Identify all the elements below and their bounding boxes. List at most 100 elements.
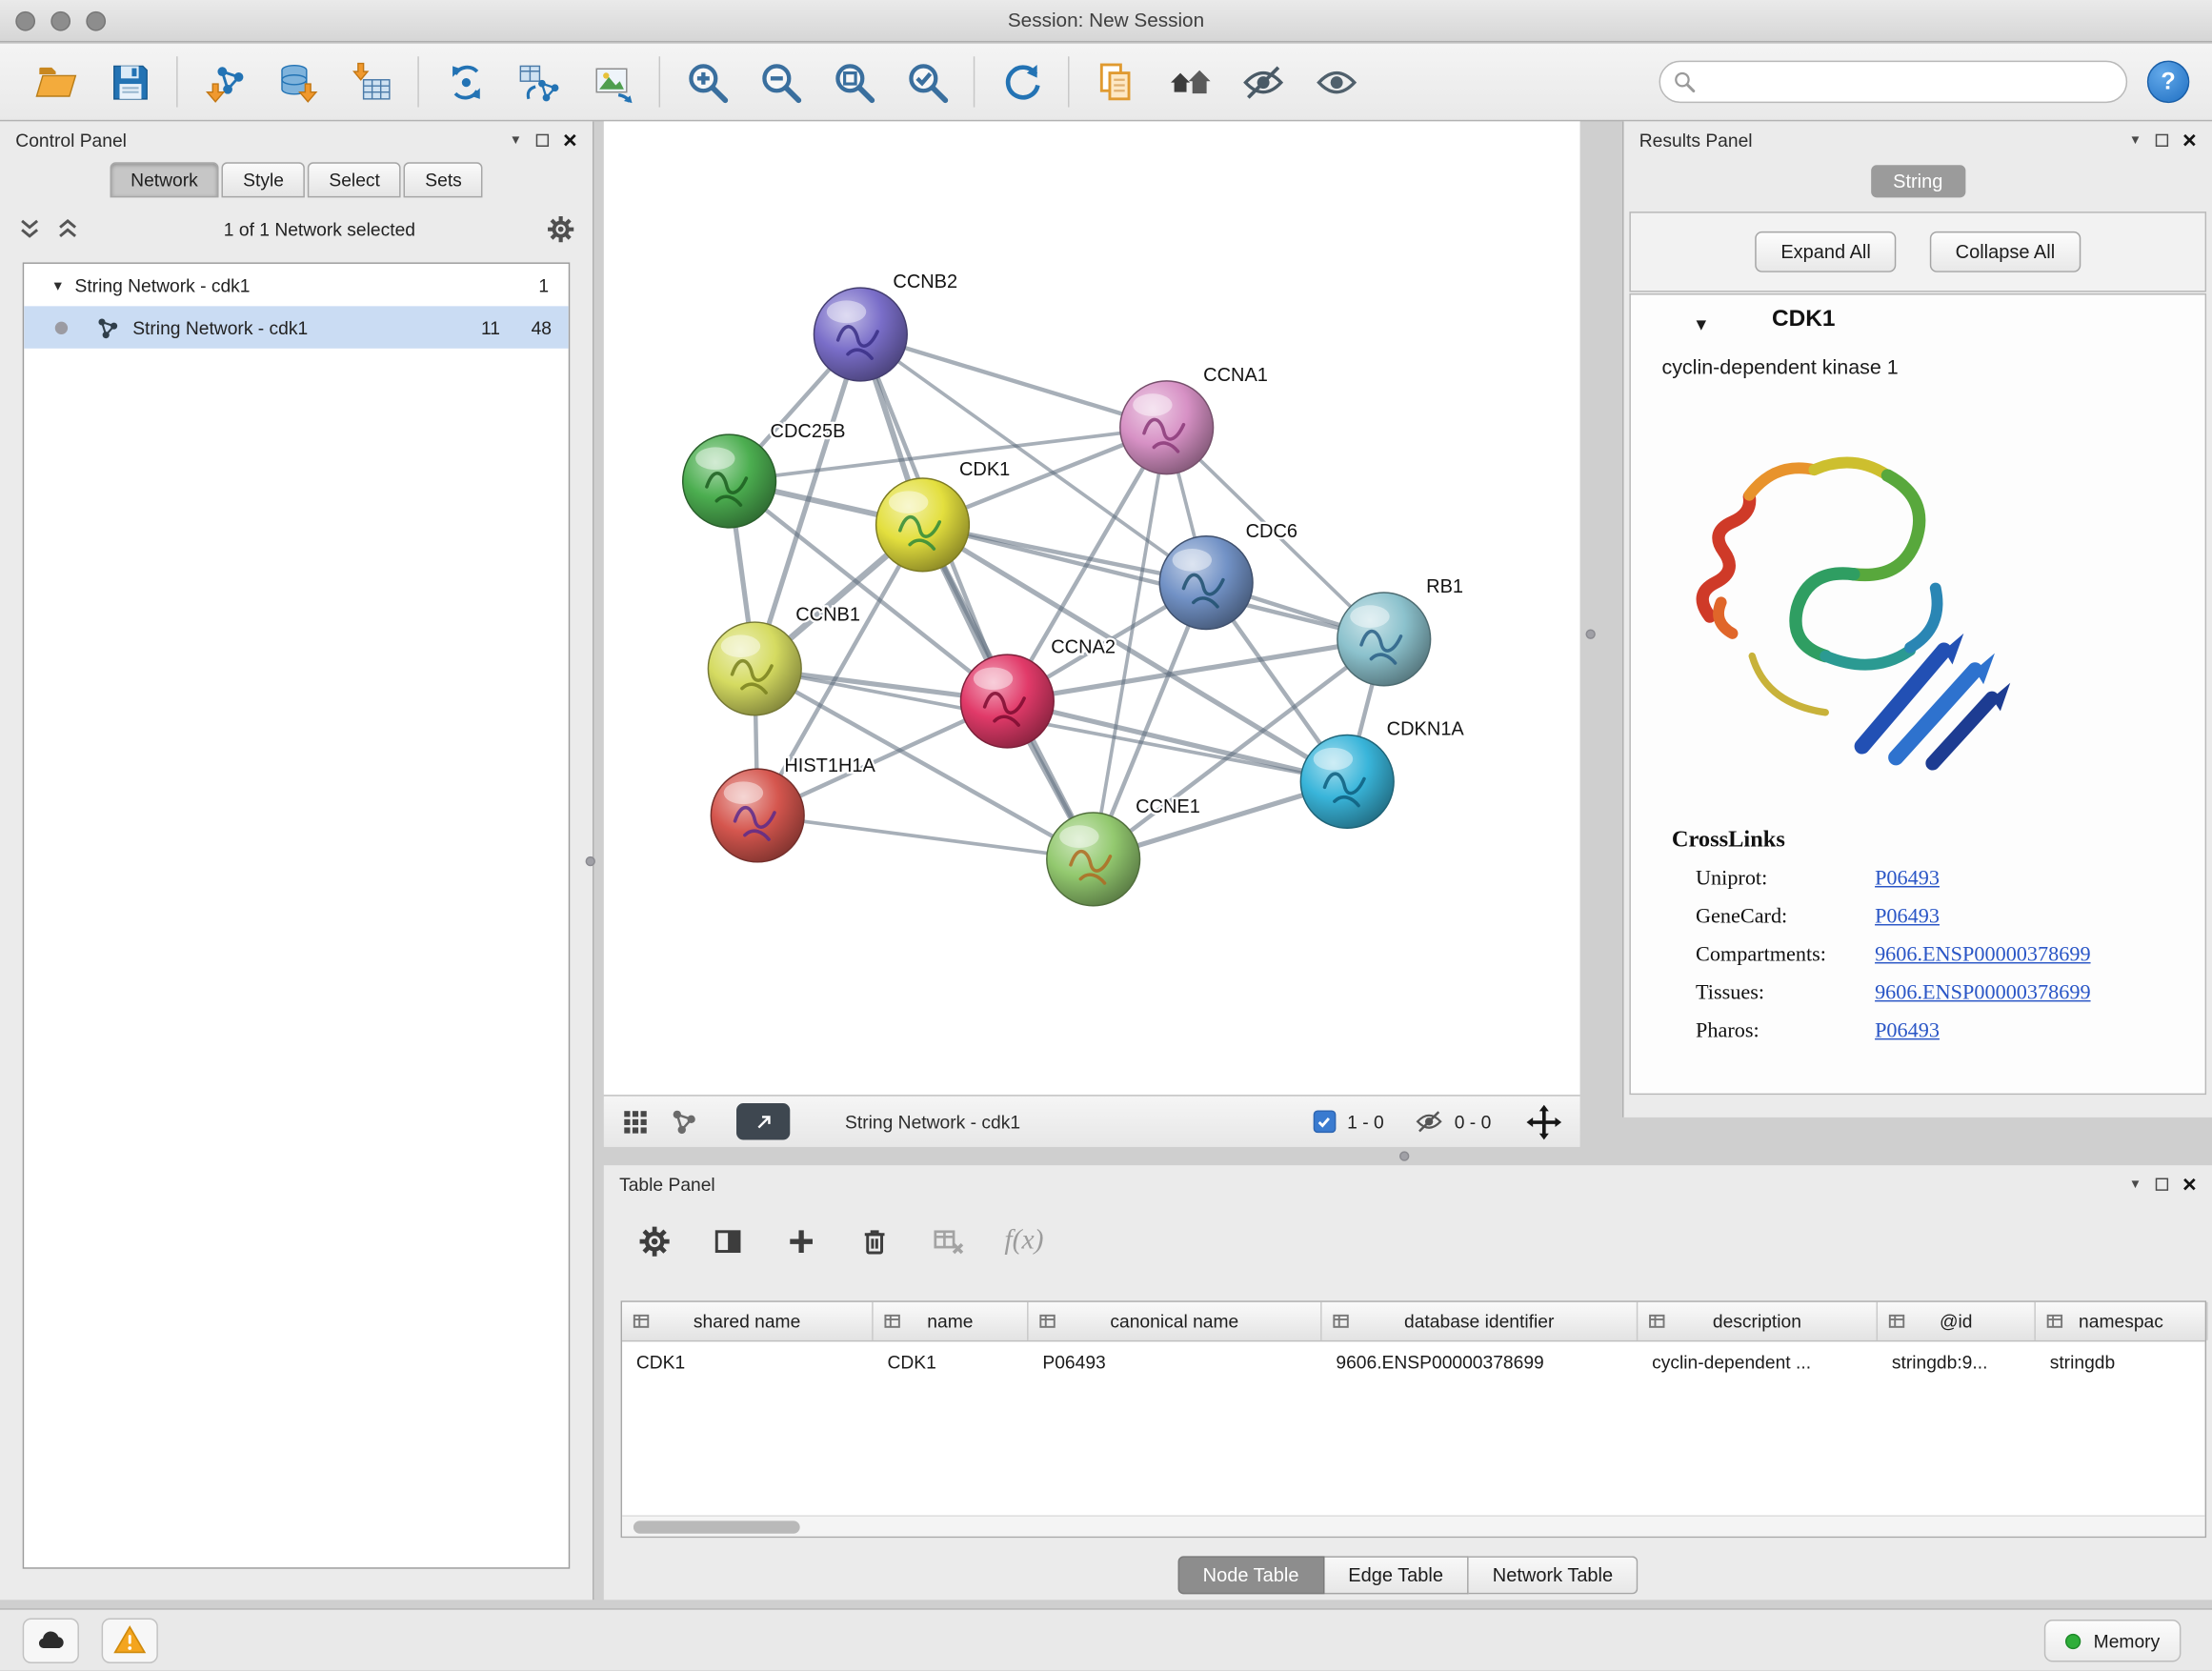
crosslink-compartments[interactable]: 9606.ENSP00000378699 [1875, 944, 2090, 968]
crosslink-pharos[interactable]: P06493 [1875, 1020, 2090, 1044]
crosslink-tissues[interactable]: 9606.ENSP00000378699 [1875, 982, 2090, 1006]
tab-sets[interactable]: Sets [404, 162, 483, 197]
maximize-panel-icon[interactable] [536, 133, 549, 146]
close-panel-icon[interactable]: × [563, 128, 577, 151]
export-image-button[interactable] [575, 50, 649, 114]
hide-elements-button[interactable] [1226, 50, 1299, 114]
cell-canonical-name[interactable]: P06493 [1029, 1341, 1322, 1380]
new-network-from-selection-button[interactable] [502, 50, 575, 114]
tree-expand-icon[interactable]: ▾ [41, 276, 75, 294]
scrollbar-thumb[interactable] [633, 1520, 800, 1533]
import-network-from-database-button[interactable] [261, 50, 334, 114]
apply-layout-button[interactable] [985, 50, 1058, 114]
expand-all-button[interactable]: Expand All [1756, 232, 1897, 272]
zoom-in-button[interactable] [670, 50, 743, 114]
float-panel-icon[interactable]: ▼ [510, 133, 522, 146]
tab-edge-table[interactable]: Edge Table [1324, 1556, 1469, 1594]
maximize-panel-icon[interactable] [2156, 133, 2168, 146]
import-network-from-file-button[interactable] [188, 50, 261, 114]
network-node-CDKN1A[interactable] [1300, 735, 1394, 829]
close-panel-icon[interactable]: × [2182, 128, 2197, 151]
import-table-button[interactable] [334, 50, 408, 114]
section-collapse-icon[interactable]: ▼ [1693, 314, 1710, 334]
splitter-handle[interactable] [1399, 1151, 1409, 1160]
splitter-handle[interactable] [1585, 629, 1595, 638]
expand-all-icon[interactable] [55, 216, 81, 242]
zoom-selected-button[interactable] [890, 50, 963, 114]
network-node-CCNE1[interactable] [1047, 813, 1140, 906]
network-node-CCNA2[interactable] [960, 654, 1054, 748]
cell-shared-name[interactable]: CDK1 [622, 1341, 874, 1380]
memory-button[interactable]: Memory [2044, 1620, 2182, 1661]
crosslink-uniprot[interactable]: P06493 [1875, 868, 2090, 892]
column-header-name[interactable]: name [874, 1302, 1029, 1340]
gear-icon[interactable] [546, 213, 575, 243]
column-header-id[interactable]: @id [1878, 1302, 2036, 1340]
column-header-database-identifier[interactable]: database identifier [1322, 1302, 1639, 1340]
cell-description[interactable]: cyclin-dependent ... [1638, 1341, 1878, 1380]
tab-network-table[interactable]: Network Table [1469, 1556, 1639, 1594]
cell-namespace[interactable]: stringdb [2036, 1341, 2208, 1380]
network-node-CCNB2[interactable] [814, 288, 907, 381]
network-collection-row[interactable]: ▾ String Network - cdk1 1 [24, 264, 569, 306]
tab-string[interactable]: String [1870, 165, 1965, 197]
add-column-icon[interactable] [784, 1224, 818, 1258]
search-input[interactable] [1659, 61, 2128, 103]
collapse-all-button[interactable]: Collapse All [1930, 232, 2081, 272]
pan-tool-icon[interactable] [1525, 1102, 1563, 1140]
network-node-CDC25B[interactable] [683, 434, 776, 528]
network-overview-icon[interactable] [670, 1107, 698, 1136]
network-edge[interactable] [922, 525, 1383, 639]
homes-button[interactable] [1153, 50, 1226, 114]
maximize-panel-icon[interactable] [2156, 1178, 2168, 1190]
show-elements-button[interactable] [1299, 50, 1373, 114]
splitter-handle[interactable] [586, 856, 595, 866]
network-node-RB1[interactable] [1337, 593, 1431, 686]
detach-view-button[interactable] [736, 1103, 790, 1140]
crosslink-genecard[interactable]: P06493 [1875, 906, 2090, 930]
close-panel-icon[interactable]: × [2182, 1172, 2197, 1196]
zoom-fit-button[interactable] [816, 50, 890, 114]
open-session-button[interactable] [20, 50, 93, 114]
network-node-CCNA1[interactable] [1120, 381, 1214, 474]
tab-select[interactable]: Select [308, 162, 401, 197]
table-settings-gear-icon[interactable] [637, 1224, 672, 1258]
copy-documents-button[interactable] [1079, 50, 1153, 114]
cloud-status-button[interactable] [23, 1619, 79, 1663]
show-columns-icon[interactable] [711, 1224, 745, 1258]
cell-database-identifier[interactable]: 9606.ENSP00000378699 [1322, 1341, 1639, 1380]
selected-elements-checkbox[interactable] [1314, 1110, 1337, 1133]
float-panel-icon[interactable]: ▼ [2129, 133, 2142, 146]
column-header-shared-name[interactable]: shared name [622, 1302, 874, 1340]
network-node-CDK1[interactable] [876, 478, 970, 572]
warnings-button[interactable] [102, 1619, 158, 1663]
network-canvas[interactable]: CCNB2CCNA1CDC25BCDK1CDC6RB1CCNB1CCNA2CDK… [604, 121, 1580, 1095]
tab-network[interactable]: Network [110, 162, 219, 197]
cell-id[interactable]: stringdb:9... [1878, 1341, 2036, 1380]
network-node-HIST1H1A[interactable] [711, 769, 804, 862]
network-edge[interactable] [757, 815, 1093, 859]
network-edge[interactable] [860, 334, 1166, 428]
hidden-elements-icon[interactable] [1415, 1107, 1443, 1136]
grid-view-icon[interactable] [621, 1107, 650, 1136]
network-node-CDC6[interactable] [1159, 536, 1253, 630]
network-node-CCNB1[interactable] [708, 622, 801, 715]
cell-name[interactable]: CDK1 [874, 1341, 1029, 1380]
function-builder-icon[interactable]: f(x) [1004, 1224, 1043, 1257]
help-button[interactable]: ? [2147, 61, 2189, 103]
column-header-canonical-name[interactable]: canonical name [1029, 1302, 1322, 1340]
delete-table-icon[interactable] [931, 1224, 965, 1258]
column-header-namespace[interactable]: namespac [2036, 1302, 2208, 1340]
horizontal-scrollbar[interactable] [622, 1515, 2205, 1536]
collapse-all-icon[interactable] [17, 216, 43, 242]
first-neighbors-button[interactable] [429, 50, 502, 114]
column-header-description[interactable]: description [1638, 1302, 1878, 1340]
tab-node-table[interactable]: Node Table [1177, 1556, 1324, 1594]
delete-column-icon[interactable] [857, 1224, 892, 1258]
save-session-button[interactable] [93, 50, 167, 114]
network-row[interactable]: String Network - cdk1 11 48 [24, 306, 569, 348]
float-panel-icon[interactable]: ▼ [2129, 1178, 2142, 1190]
zoom-out-button[interactable] [743, 50, 816, 114]
tab-style[interactable]: Style [222, 162, 305, 197]
table-row[interactable]: CDK1 CDK1 P06493 9606.ENSP00000378699 cy… [622, 1341, 2205, 1380]
